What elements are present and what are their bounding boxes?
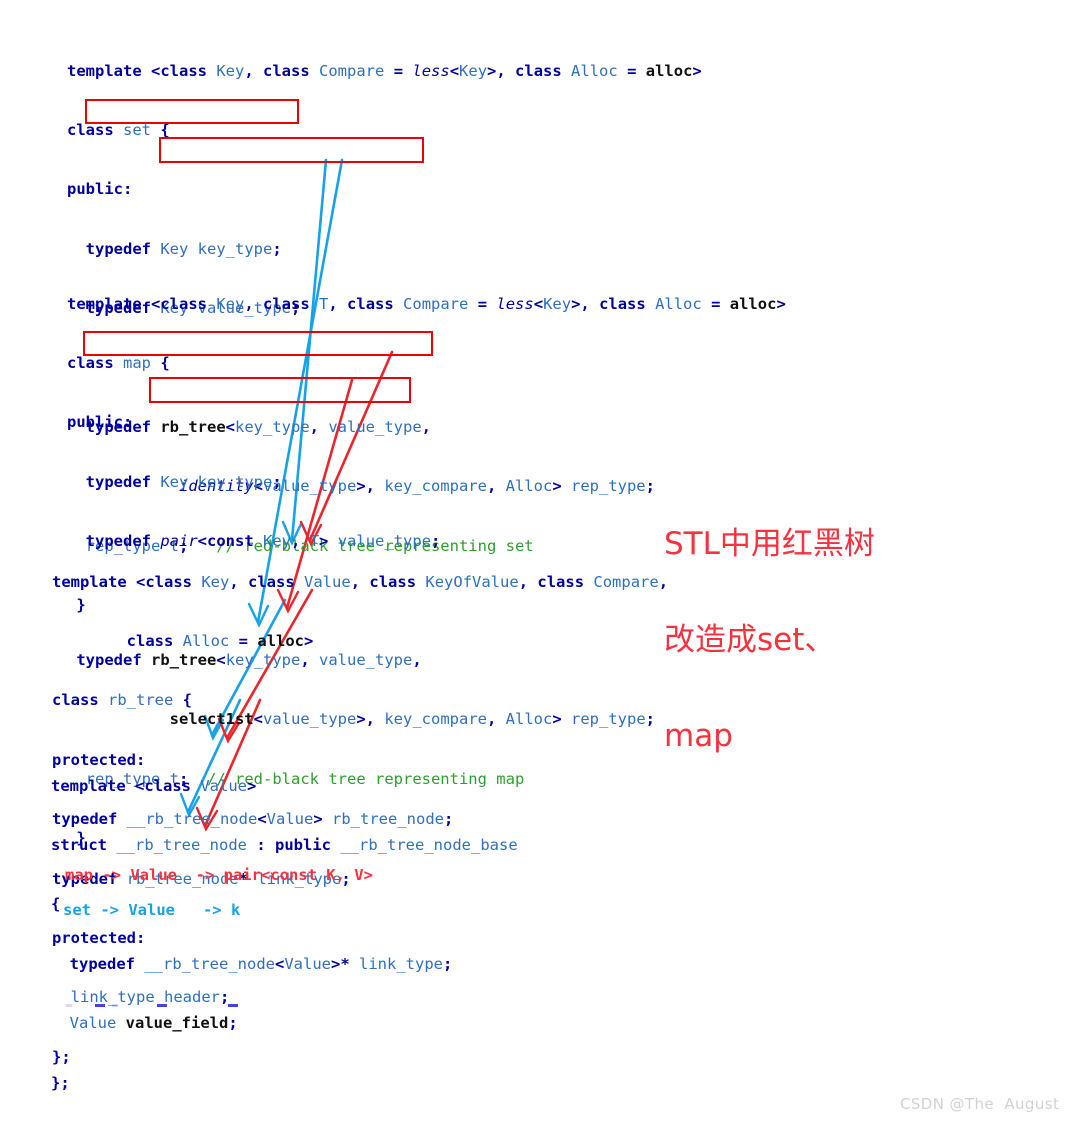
annotation-line-3: map bbox=[664, 718, 733, 754]
set-value-mapping: set -> Value -> k bbox=[63, 901, 241, 919]
cutoff-dash-3 bbox=[112, 1004, 118, 1007]
code-line: template <class Value> bbox=[51, 776, 257, 795]
screenshot-canvas: template <class Key, class Compare = les… bbox=[0, 0, 1081, 1123]
code-line: class map { bbox=[67, 353, 170, 372]
cutoff-dash-1 bbox=[66, 1004, 72, 1007]
code-line: public: bbox=[67, 413, 133, 432]
cutoff-dash-2 bbox=[95, 1004, 105, 1007]
code-line: public: bbox=[67, 180, 133, 199]
code-line: template <class Key, class Value, class … bbox=[52, 572, 669, 591]
code-line: class set { bbox=[67, 120, 170, 139]
stl-rbtree-note: STL中用红黑树 改造成set、 map bbox=[664, 472, 964, 808]
cutoff-dash-4 bbox=[157, 1004, 167, 1007]
code-line: class Alloc = alloc> bbox=[126, 631, 314, 650]
code-line: class rb_tree { bbox=[52, 691, 193, 710]
map-value-mapping: map -> Value -> pair<const K, V> bbox=[65, 866, 373, 884]
code-line: struct __rb_tree_node : public __rb_tree… bbox=[51, 835, 518, 854]
code-line: }; bbox=[51, 1073, 70, 1092]
code-line: Value value_field; bbox=[69, 1014, 238, 1033]
code-line: typedef __rb_tree_node<Value>* link_type… bbox=[69, 954, 453, 973]
annotation-line-2: 改造成set、 bbox=[664, 622, 836, 658]
code-line: template <class Key, class T, class Comp… bbox=[67, 294, 786, 313]
csdn-watermark: CSDN @The August bbox=[900, 1095, 1060, 1113]
cutoff-dash-5 bbox=[228, 1004, 238, 1007]
code-line: template <class Key, class Compare = les… bbox=[67, 61, 702, 80]
code-block-rb-tree-node: template <class Value> struct __rb_tree_… bbox=[51, 737, 518, 1133]
annotation-line-1: STL中用红黑树 bbox=[664, 526, 875, 562]
